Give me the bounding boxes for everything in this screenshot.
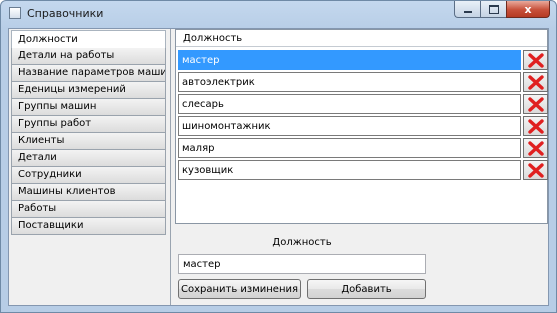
position-field-label: Должность	[272, 237, 332, 248]
delete-row-button[interactable]	[523, 116, 548, 136]
row-cell: автоэлектрик	[182, 77, 255, 88]
table-row[interactable]: маляр	[178, 138, 521, 158]
red-x-icon	[527, 52, 544, 68]
delete-row-button[interactable]	[523, 160, 548, 180]
save-changes-button[interactable]: Сохранить изминения	[178, 279, 301, 299]
maximize-icon	[488, 4, 499, 14]
row-cell: слесарь	[182, 99, 224, 110]
row-cell: мастер	[182, 55, 220, 66]
delete-row-button[interactable]	[523, 138, 548, 158]
maximize-button[interactable]	[480, 1, 506, 18]
table-row[interactable]: мастер	[178, 50, 521, 70]
sidebar-item-postavshchiki[interactable]: Поставщики	[11, 218, 166, 235]
close-button[interactable]: x	[506, 1, 550, 18]
client-area: Должности Детали на работы Название пара…	[8, 28, 549, 306]
main-panel: Должность мастер автоэлектрик слесарь ши…	[175, 29, 548, 305]
row-cell: кузовщик	[182, 165, 234, 176]
sidebar-item-detali-na-raboty[interactable]: Детали на работы	[11, 48, 166, 65]
red-x-icon	[527, 96, 544, 112]
sidebar-item-gruppy-rabot[interactable]: Группы работ	[11, 116, 166, 133]
add-button[interactable]: Добавить	[307, 279, 426, 299]
sidebar-item-gruppy-mashin[interactable]: Группы машин	[11, 99, 166, 116]
table-row[interactable]: шиномонтажник	[178, 116, 521, 136]
sidebar-item-sotrudniki[interactable]: Сотрудники	[11, 167, 166, 184]
sidebar-item-mashiny-klientov[interactable]: Машины клиентов	[11, 184, 166, 201]
app-icon	[9, 7, 21, 19]
window-title: Справочники	[27, 7, 104, 20]
sidebar-item-raboty[interactable]: Работы	[11, 201, 166, 218]
table-row[interactable]: слесарь	[178, 94, 521, 114]
table-row[interactable]: автоэлектрик	[178, 72, 521, 92]
row-cell: шиномонтажник	[182, 121, 271, 132]
title-bar[interactable]: Справочники x	[1, 1, 556, 27]
delete-row-button[interactable]	[523, 94, 548, 114]
sidebar-item-klienty[interactable]: Клиенты	[11, 133, 166, 150]
caption-buttons: x	[454, 1, 550, 19]
sidebar: Должности Детали на работы Название пара…	[9, 29, 171, 305]
delete-row-button[interactable]	[523, 72, 548, 92]
sidebar-item-detali[interactable]: Детали	[11, 150, 166, 167]
close-icon: x	[524, 2, 532, 16]
sidebar-item-nazvanie-parametrov[interactable]: Название параметров машин	[11, 65, 166, 82]
table-row[interactable]: кузовщик	[178, 160, 521, 180]
column-header-label: Должность	[183, 33, 243, 44]
position-input[interactable]	[178, 254, 426, 274]
positions-grid: Должность мастер автоэлектрик слесарь ши…	[175, 29, 548, 224]
app-window: Справочники x Должности Детали на работы…	[0, 0, 557, 313]
minimize-icon	[463, 11, 472, 13]
sidebar-item-dolzhnosti[interactable]: Должности	[11, 30, 166, 48]
sidebar-item-edinicy-izmereniy[interactable]: Еденицы измерений	[11, 82, 166, 99]
red-x-icon	[527, 74, 544, 90]
delete-row-button[interactable]	[523, 50, 548, 70]
grid-column-header[interactable]: Должность	[176, 30, 547, 47]
red-x-icon	[527, 140, 544, 156]
row-cell: маляр	[182, 143, 215, 154]
red-x-icon	[527, 162, 544, 178]
minimize-button[interactable]	[454, 1, 480, 18]
red-x-icon	[527, 118, 544, 134]
